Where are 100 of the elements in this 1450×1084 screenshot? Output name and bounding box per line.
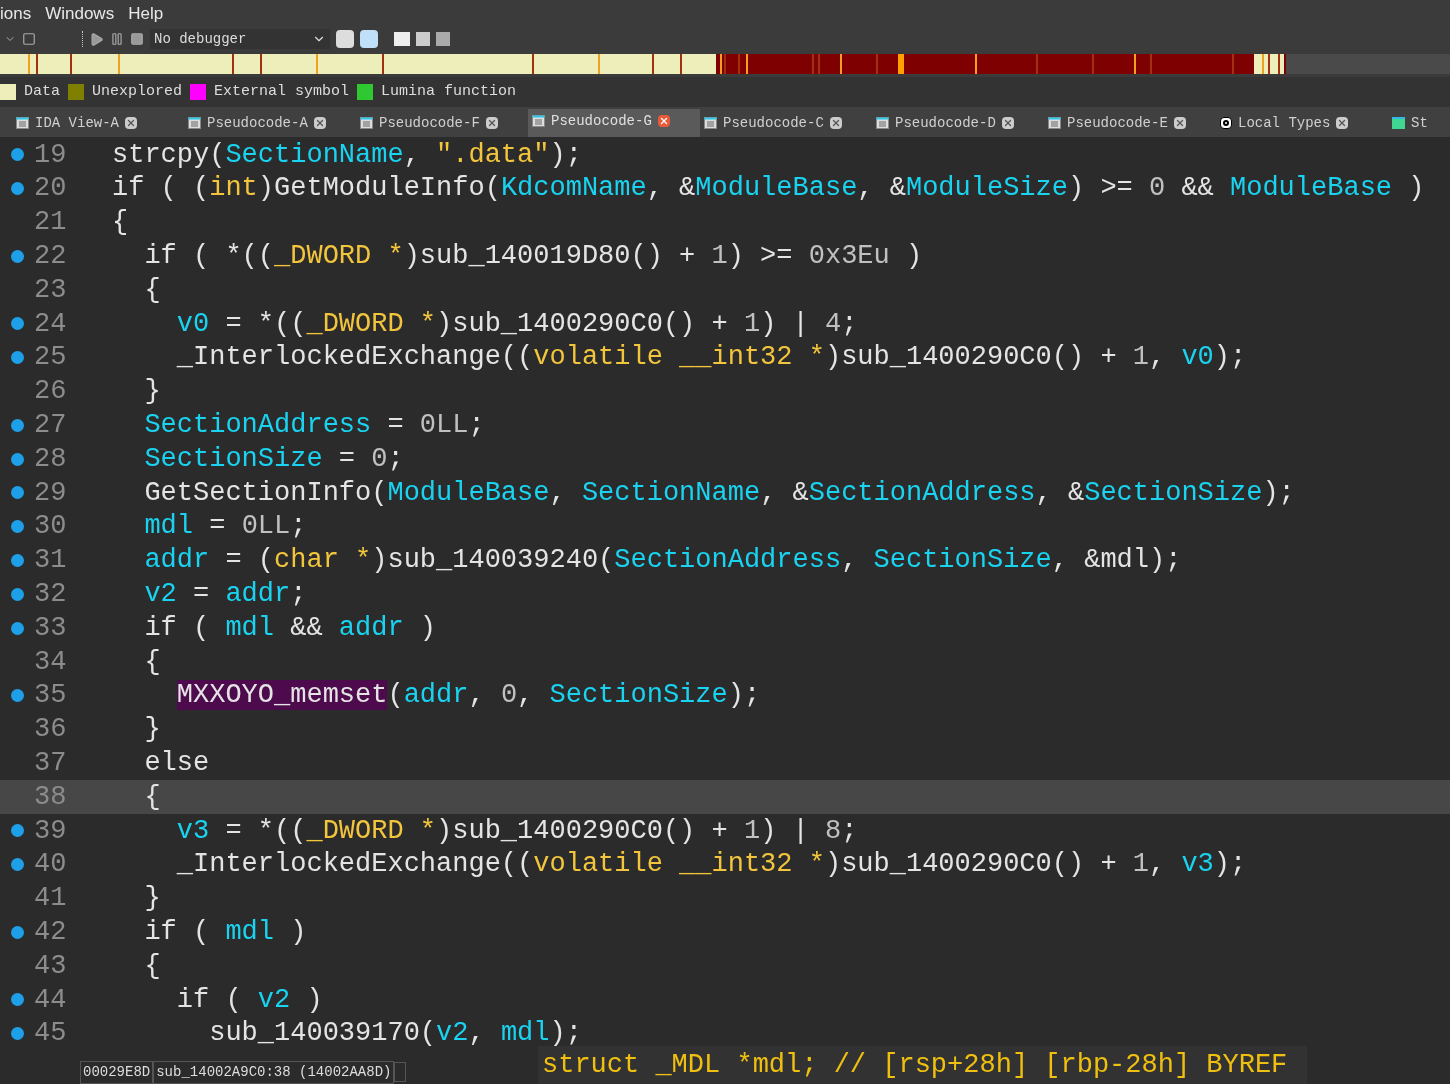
line-number: 22 xyxy=(34,240,68,274)
legend-label: External symbol xyxy=(214,81,350,102)
line-number: 30 xyxy=(34,510,68,544)
status-cell: 00029E8D xyxy=(80,1060,154,1084)
table-icon xyxy=(532,115,545,127)
table-icon xyxy=(360,117,373,129)
close-icon[interactable] xyxy=(1173,117,1186,129)
line-number: 21 xyxy=(34,206,68,240)
pause-icon[interactable] xyxy=(110,32,124,46)
code-line: SectionAddress = 0LL; xyxy=(143,409,485,443)
line-number: 41 xyxy=(34,882,68,916)
tab-label: IDA View-A xyxy=(35,113,119,133)
toolbar-button[interactable] xyxy=(360,30,378,48)
line-number: 42 xyxy=(34,916,68,949)
tab-label: Pseudocode-E xyxy=(1067,113,1168,133)
tab[interactable]: Pseudocode-E xyxy=(1044,109,1216,137)
debugger-dropdown[interactable]: No debugger xyxy=(150,29,330,49)
square-icon[interactable] xyxy=(22,32,36,46)
line-number: 31 xyxy=(34,544,68,578)
line-number: 37 xyxy=(34,747,68,780)
tab-label: Pseudocode-F xyxy=(379,113,480,133)
line-number: 40 xyxy=(34,848,68,882)
line-number: 32 xyxy=(34,578,68,611)
code-line: strcpy(SectionName, ".data"); xyxy=(112,138,582,172)
code-line: } xyxy=(143,882,161,916)
line-number: 25 xyxy=(34,341,68,375)
tab[interactable]: IDA View-A xyxy=(12,109,184,137)
line-number: 29 xyxy=(34,476,68,510)
code-line: SectionSize = 0; xyxy=(143,442,404,476)
legend-label: Lumina function xyxy=(381,81,517,102)
code-line: { xyxy=(143,780,161,814)
navigation-band[interactable] xyxy=(0,54,1450,74)
code-line: if ( mdl ) xyxy=(143,916,307,949)
tab[interactable]: Pseudocode-D xyxy=(872,109,1044,137)
stop-icon[interactable] xyxy=(130,32,144,46)
close-icon[interactable] xyxy=(1001,117,1014,129)
line-number: 43 xyxy=(34,949,68,983)
code-line: } xyxy=(143,713,161,747)
line-number: 34 xyxy=(34,645,68,679)
menu-item[interactable]: Windows xyxy=(45,0,115,27)
code-line: if ( mdl && addr ) xyxy=(143,611,437,645)
code-line: { xyxy=(143,645,161,679)
close-icon[interactable] xyxy=(485,117,498,129)
table-icon xyxy=(1048,117,1061,129)
legend-label: Data xyxy=(24,81,60,102)
code-line: MXXOYO_memset(addr, 0, SectionSize); xyxy=(175,679,761,713)
table-icon xyxy=(876,117,889,129)
tab-label: Pseudocode-C xyxy=(723,113,824,133)
close-icon[interactable] xyxy=(125,117,137,129)
line-number: 20 xyxy=(34,172,68,206)
tab-label: Pseudocode-G xyxy=(551,111,652,131)
play-icon[interactable] xyxy=(89,31,104,47)
code-line: if ( (int)GetModuleInfo(KdcomName, &ModuleBase, &ModuleSize) >= 0 && ModuleBase ) xyxy=(112,172,1425,206)
table-icon xyxy=(188,117,201,129)
code-line: mdl = 0LL; xyxy=(143,510,307,544)
line-number: 19 xyxy=(34,138,68,172)
code-line: v0 = *((_DWORD *)sub_1400290C0() + 1) | 4; xyxy=(175,307,858,341)
tab[interactable]: Pseudocode-C xyxy=(700,109,872,137)
code-line: { xyxy=(143,273,161,307)
line-number: 33 xyxy=(34,611,68,645)
toolbar-button[interactable] xyxy=(336,30,354,48)
line-number: 39 xyxy=(34,814,68,848)
line-number: 38 xyxy=(34,780,68,814)
code-line: _InterlockedExchange((volatile __int32 *)sub_1400290C0() + 1, v3); xyxy=(175,848,1247,882)
tab-label: Pseudocode-D xyxy=(895,113,996,133)
line-number: 36 xyxy=(34,713,68,747)
close-icon[interactable] xyxy=(1336,117,1349,129)
table-icon xyxy=(704,117,717,129)
tab-label: Local Types xyxy=(1238,113,1331,133)
code-line: } xyxy=(143,375,161,409)
hint-tooltip: struct _MDL *mdl; // [rsp+28h] [rbp-28h] BYREF xyxy=(538,1046,1308,1084)
close-icon[interactable] xyxy=(657,115,670,127)
tab-label: Pseudocode-A xyxy=(207,113,308,133)
line-number: 23 xyxy=(34,273,68,307)
status-cell xyxy=(394,1062,407,1082)
line-number: 28 xyxy=(34,442,68,476)
menu-item[interactable]: Help xyxy=(128,0,164,27)
code-line: GetSectionInfo(ModuleBase, SectionName, &SectionAddress, &SectionSize); xyxy=(143,476,1295,510)
code-line: if ( *((_DWORD *)sub_140019D80() + 1) >= 0x3Eu ) xyxy=(143,240,923,274)
status-cell: sub_14002A9C0:38 (14002AA8D) xyxy=(153,1060,395,1084)
legend-label: Unexplored xyxy=(92,81,183,102)
code-line: { xyxy=(143,949,161,983)
close-icon[interactable] xyxy=(829,117,842,129)
menu-item[interactable]: ions xyxy=(0,0,32,27)
line-number: 26 xyxy=(34,375,68,409)
tab[interactable]: Local Types xyxy=(1216,109,1388,137)
line-number: 24 xyxy=(34,307,68,341)
tab[interactable]: St xyxy=(1388,109,1450,137)
types-icon xyxy=(1220,117,1232,129)
code-line: if ( v2 ) xyxy=(175,983,323,1017)
line-number: 35 xyxy=(34,679,68,713)
code-line: addr = (char *)sub_140039240(SectionAddress, SectionSize, &mdl); xyxy=(143,544,1182,578)
tab[interactable]: Pseudocode-G xyxy=(528,109,700,137)
tab[interactable]: Pseudocode-F xyxy=(356,109,528,137)
code-line: v2 = addr; xyxy=(143,578,307,611)
tab[interactable]: Pseudocode-A xyxy=(184,109,356,137)
close-icon[interactable] xyxy=(313,117,326,129)
toolbar-divider xyxy=(82,31,83,47)
strings-icon xyxy=(1392,117,1405,129)
code-line: else xyxy=(143,747,210,780)
